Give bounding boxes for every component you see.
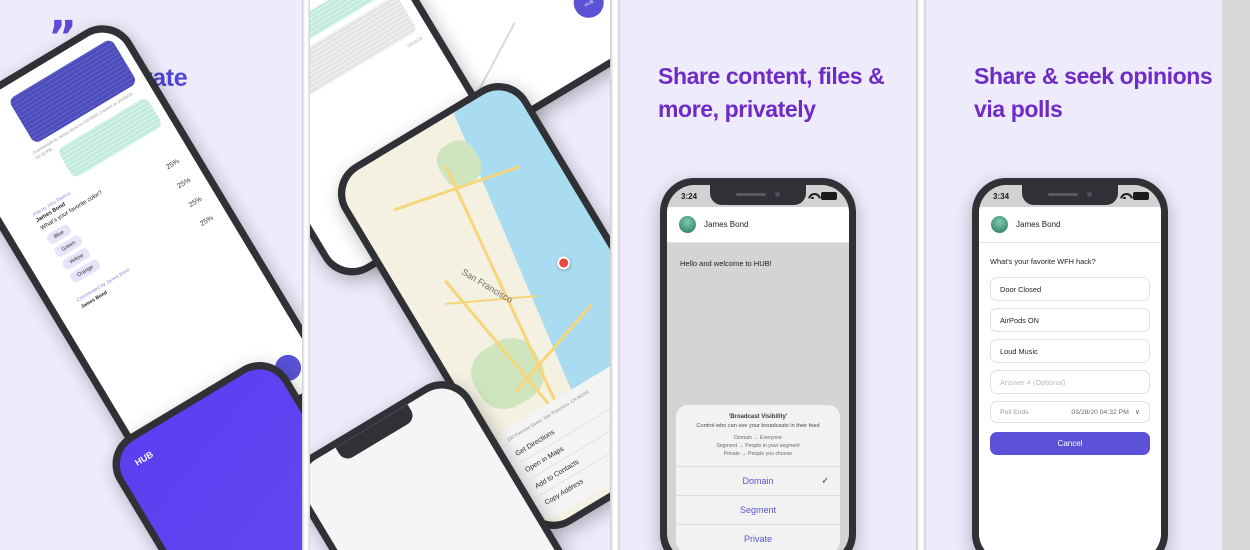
- status-icons: [808, 192, 837, 200]
- sheet-subtitle: Control who can see your broadcasts in t…: [696, 423, 820, 429]
- avatar: [991, 216, 1008, 233]
- status-time: 3:24: [681, 191, 698, 201]
- contact-name: James Bond: [704, 220, 749, 229]
- sheet-option-segment[interactable]: Segment: [676, 496, 840, 525]
- camera-icon: [1087, 192, 1092, 197]
- panel-share-content: Share content, files & more, privately 3…: [620, 0, 916, 550]
- speaker-icon: [736, 193, 766, 196]
- panel-divider: [302, 0, 310, 550]
- sheet-option-private[interactable]: Private: [676, 525, 840, 550]
- poll-answer-input-2[interactable]: AirPods ON: [990, 308, 1150, 332]
- panel-private-network: ” Your private network Commented by Jame…: [0, 0, 302, 550]
- status-icons: [1120, 192, 1149, 200]
- panel-3-headline: Share content, files & more, privately: [658, 63, 885, 122]
- sheet-option-label: Segment: [739, 505, 777, 515]
- chevron-down-icon: ∨: [1134, 409, 1140, 416]
- battery-icon: [1133, 192, 1149, 200]
- notch: [335, 404, 417, 463]
- phone-share-content: 3:24 James Bond Hello and welcome to HUB…: [660, 178, 856, 550]
- avatar: [679, 216, 696, 233]
- wifi-icon: [808, 193, 817, 200]
- sheet-rule: Domain → Everyone: [734, 435, 782, 441]
- panel-polls: Share & seek opinions via polls 3:34 Jam…: [926, 0, 1222, 550]
- sheet-option-domain[interactable]: Domain ✓: [676, 467, 840, 496]
- sheet-rule: Private → People you choose: [723, 451, 793, 457]
- wifi-icon: [1120, 193, 1129, 200]
- poll-answer-input-3[interactable]: Loud Music: [990, 339, 1150, 363]
- panel-broadcasts-map: Poured into my work and in the process. …: [310, 0, 610, 550]
- poll-percent: 25%: [187, 195, 204, 209]
- splash-brand: HUB: [133, 449, 156, 468]
- poll-percent: 25%: [199, 214, 215, 228]
- broadcast-visibility-sheet: 'Broadcast Visibility' Control who can s…: [676, 405, 840, 550]
- app-store-screenshot-strip: ” Your private network Commented by Jame…: [0, 0, 1250, 550]
- check-icon: ✓: [821, 475, 829, 486]
- poll-answer-input-1[interactable]: Door Closed: [990, 277, 1150, 301]
- status-time: 3:34: [993, 191, 1010, 201]
- poll-ends-label: Poll Ends: [1000, 408, 1029, 416]
- notch: [710, 185, 806, 205]
- sheet-title: 'Broadcast Visibility': [728, 414, 788, 420]
- poll-ends-row[interactable]: Poll Ends 03/28/20 04:32 PM ∨: [990, 401, 1150, 423]
- sheet-header: 'Broadcast Visibility' Control who can s…: [676, 405, 840, 467]
- speaker-icon: [1048, 193, 1078, 196]
- panel-divider: [610, 0, 620, 550]
- camera-icon: [775, 192, 780, 197]
- panel-4-headline: Share & seek opinions via polls: [974, 63, 1213, 122]
- poll-percent: 25%: [176, 176, 193, 191]
- sheet-option-label: Private: [743, 534, 772, 544]
- sheet-rule: Segment → People in your segment: [716, 443, 800, 449]
- contact-header[interactable]: James Bond: [667, 207, 849, 243]
- notch: [1022, 185, 1118, 205]
- phone-create-poll: 3:34 James Bond What's your favorite WFH…: [972, 178, 1168, 550]
- sheet-option-label: Domain: [742, 476, 774, 486]
- poll-question: What's your favorite WFH hack?: [990, 257, 1096, 266]
- contact-name: James Bond: [1016, 220, 1061, 229]
- chat-message: Hello and welcome to HUB!: [680, 259, 772, 268]
- status-bar: 3:34: [979, 185, 1161, 207]
- cancel-button[interactable]: Cancel: [990, 432, 1150, 455]
- contact-header[interactable]: James Bond: [979, 207, 1161, 243]
- panel-divider: [916, 0, 926, 550]
- status-bar: 3:24: [667, 185, 849, 207]
- battery-icon: [821, 192, 837, 200]
- poll-answer-input-4[interactable]: Answer 4 (Optional): [990, 370, 1150, 394]
- poll-ends-value: 03/28/20 04:32 PM: [1071, 408, 1129, 416]
